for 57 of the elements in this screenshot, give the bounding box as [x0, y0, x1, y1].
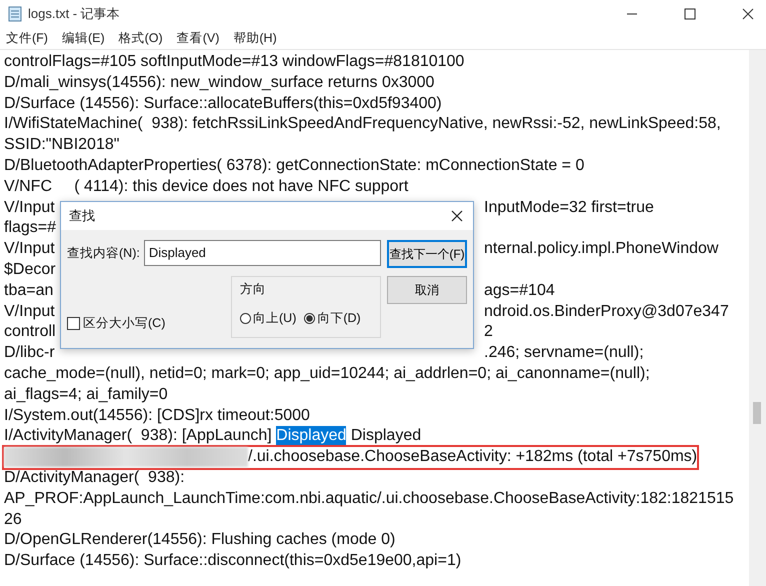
checkbox-label: 区分大小写(C) [83, 315, 166, 332]
menu-item[interactable]: 编辑(E) [62, 30, 105, 47]
dialog-title: 查找 [69, 207, 95, 225]
window-title: logs.txt - 记事本 [28, 5, 120, 23]
log-text: V/NFC ( 4114): this device does not have NFC support [4, 176, 408, 197]
log-text: 26 [4, 510, 22, 530]
radio-label: 向下(D) [317, 310, 361, 327]
checkbox[interactable] [67, 317, 80, 330]
log-text: D/ActivityManager( 938): [4, 468, 185, 488]
log-text: D/Surface (14556): Surface::disconnect(this=0xd5e19e00,api=1) [4, 551, 462, 572]
log-text: I/WifiStateMachine( 938): fetchRssiLinkSpeedAndFrequencyNative, newRssi:-52, newLinkSpeed:58, [4, 114, 721, 134]
log-text: ai_flags=4; ai_family=0 [4, 384, 168, 405]
log-text: D/OpenGLRenderer(14556): Flushing caches (mode 0) [4, 530, 396, 550]
menu-item[interactable]: 帮助(H) [233, 30, 277, 47]
log-text: tba=an [4, 280, 54, 301]
log-text: $Decor [4, 260, 56, 280]
log-text: V/Input [4, 198, 55, 218]
log-text: D/libc-r [4, 343, 55, 364]
log-text: Displayed [350, 426, 422, 446]
log-text: D/mali_winsys(14556): new_window_surface returns 0x3000 [4, 72, 434, 93]
log-text: 2 [484, 322, 493, 342]
notepad-icon [8, 6, 22, 22]
log-text: V/Input [4, 239, 55, 260]
log-text: flags=# [4, 218, 56, 238]
selected-text: Displayed [276, 426, 346, 448]
scrollbar-thumb[interactable] [753, 402, 761, 424]
log-text: /.ui.choosebase.ChooseBaseActivity: +182ms (total +7s750ms) [248, 447, 698, 468]
log-text: V/Input [4, 302, 55, 322]
menu-item[interactable]: 查看(V) [176, 30, 220, 47]
log-text: .246; servname=(null); [484, 343, 644, 364]
log-text: ndroid.os.BinderProxy@3d07e347 [484, 302, 729, 322]
log-text: nternal.policy.impl.PhoneWindow [484, 239, 718, 260]
log-text: AP_PROF:AppLaunch_LaunchTime:com.nbi.aquatic/.ui.choosebase.ChooseBaseActivity:182:1821515 [4, 488, 734, 509]
radio-button[interactable] [304, 313, 316, 324]
log-text: cache_mode=(null), netid=0; mark=0; app_uid=10244; ai_addrlen=0; ai_canonname=(null); [4, 364, 650, 384]
dialog-button[interactable]: 查找下一个(F) [387, 240, 467, 268]
log-text: controll [4, 322, 56, 342]
log-text: controlFlags=#105 softInputMode=#13 windowFlags=#81810100 [4, 52, 464, 72]
menu-item[interactable]: 格式(O) [118, 30, 163, 47]
vertical-scrollbar[interactable] [749, 50, 766, 586]
close-icon[interactable] [451, 210, 463, 222]
log-text: I/ActivityManager( 938): [AppLaunch] [4, 426, 273, 446]
field-label: 查找内容(N): [67, 244, 140, 262]
log-text: SSID:"NBI2018" [4, 135, 120, 156]
group-title: 方向 [240, 281, 267, 298]
find-input-field[interactable]: Displayed [144, 240, 381, 266]
close-icon[interactable] [742, 8, 754, 20]
maximize-icon[interactable] [684, 8, 696, 20]
radio-button[interactable] [240, 313, 251, 324]
log-text: D/Surface (14556): Surface::allocateBuffers(this=0xd5f93400) [4, 94, 442, 114]
radio-label: 向上(U) [253, 310, 296, 327]
log-text: InputMode=32 first=true [484, 198, 654, 218]
menu-item[interactable]: 文件(F) [6, 30, 48, 47]
dialog-button[interactable]: 取消 [387, 276, 467, 304]
log-text: I/System.out(14556): [CDS]rx timeout:5000 [4, 406, 310, 426]
log-text: D/BluetoothAdapterProperties( 6378): getConnectionState: mConnectionState = 0 [4, 156, 584, 176]
log-text: ags=#104 [484, 280, 555, 301]
